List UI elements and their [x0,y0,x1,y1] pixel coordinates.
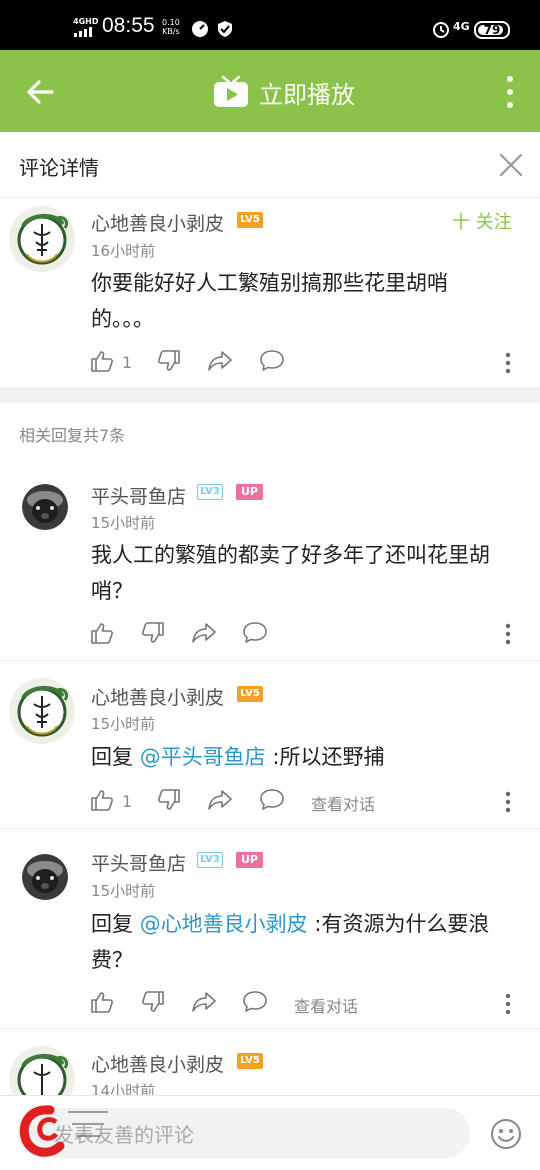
avatar[interactable] [9,206,75,272]
like-count: 1 [122,792,133,811]
comment-more-icon[interactable] [505,993,511,1015]
alarm-icon [433,22,449,38]
comment-text: 你要能好好人工繁殖别搞那些花里胡哨的。。。 [91,271,448,331]
comment-time: 15小时前 [91,882,156,900]
thumbs-up-icon[interactable] [90,788,114,812]
thumbs-up-icon[interactable] [90,990,114,1014]
reply-prefix: 回复 [91,912,140,936]
thumbs-down-icon[interactable] [141,990,165,1014]
replies-count: 相关回复共7条 [19,426,126,445]
follow-button[interactable]: 十 关注 [452,208,512,234]
comment-detail-bar: 评论详情 [0,132,540,198]
avatar[interactable] [9,1046,75,1095]
header-title: 立即播放 [259,80,355,109]
comment-text: 回复 @平头哥鱼店 :所以还野捕 [91,739,521,775]
thumbs-down-icon[interactable] [157,349,181,373]
level-badge: LV3 [197,484,223,500]
signal-type: 4GHD [73,17,99,26]
watermark-logo-icon [19,1105,108,1157]
action-row: 1 查看对话 [90,788,510,816]
network-type: 4G [453,20,470,33]
up-badge: UP [236,852,263,868]
reply-bubble-icon[interactable] [242,990,268,1014]
username[interactable]: 心地善良小剥皮 [91,683,224,710]
thumbs-up-icon[interactable] [90,349,114,373]
username[interactable]: 平头哥鱼店 [91,482,186,509]
up-badge: UP [236,484,263,500]
avatar-snake-emblem-icon [9,1046,75,1095]
reply-item: 平头哥鱼店 LV3 UP 15小时前 回复 @心地善良小剥皮 :有资源为什么要浪… [0,838,540,1028]
clock: 08:55 [102,14,155,37]
net-speed-value: 0.10 [162,18,180,27]
reply-item: 平头哥鱼店 LV3 UP 15小时前 我人工的繁殖的都卖了好多年了还叫花里胡哨？ [0,470,540,660]
mention-link[interactable]: @心地善良小剥皮 [140,912,308,936]
section-divider [0,387,540,403]
username[interactable]: 平头哥鱼店 [91,849,186,876]
comment-text: 我人工的繁殖的都卖了好多年了还叫花里胡哨？ [91,543,490,603]
reply-bubble-icon[interactable] [242,621,268,645]
reply-bubble-icon[interactable] [259,788,285,812]
main-comment: 心地善良小剥皮 LV5 十 关注 16小时前 你要能好好人工繁殖别搞那些花里胡哨… [0,198,540,387]
avatar-snake-emblem-icon [9,678,75,744]
like-count: 1 [122,353,133,372]
reply-body: :所以还野捕 [265,745,385,769]
avatar[interactable] [22,854,68,900]
divider [0,828,540,829]
level-badge: LV5 [237,686,263,702]
comment-time: 16小时前 [91,242,156,260]
shield-icon [218,21,232,37]
thumbs-up-icon[interactable] [90,621,114,645]
view-conversation-link[interactable]: 查看对话 [311,791,375,815]
reply-item: 心地善良小剥皮 LV5 14小时前 [0,1038,540,1095]
detail-title: 评论详情 [19,156,99,180]
level-badge: LV3 [197,852,223,868]
reply-prefix: 回复 [91,745,140,769]
more-options-icon[interactable] [495,72,525,112]
avatar[interactable] [9,678,75,744]
close-icon[interactable] [498,152,524,178]
reply-item: 心地善良小剥皮 LV5 15小时前 回复 @平头哥鱼店 :所以还野捕 1 查看对… [0,670,540,828]
avatar[interactable] [22,484,68,530]
signal-bars-icon [74,27,92,37]
username[interactable]: 心地善良小剥皮 [91,209,224,236]
share-icon[interactable] [207,349,233,373]
net-speed-unit: KB/s [162,27,180,36]
action-row: 查看对话 [90,990,510,1018]
net-speed: 0.10 KB/s [162,18,180,36]
comment-text: 回复 @心地善良小剥皮 :有资源为什么要浪费？ [91,906,521,978]
speedometer-icon [192,21,208,37]
comment-more-icon[interactable] [505,623,511,645]
thumbs-down-icon[interactable] [157,788,181,812]
play-now-button[interactable]: 立即播放 [213,72,355,112]
battery-indicator: 79 [474,21,510,39]
status-bar: 4GHD 08:55 0.10 KB/s 4G 79 [0,0,540,50]
thumbs-down-icon[interactable] [141,621,165,645]
avatar-honey-badger-icon [22,484,68,530]
battery-level: 79 [483,23,501,37]
app-header: 立即播放 [0,50,540,132]
avatar-snake-emblem-icon [9,206,75,272]
tv-play-icon [214,75,248,107]
level-badge: LV5 [237,1053,263,1069]
action-row [90,621,510,649]
share-icon[interactable] [191,990,217,1014]
comment-more-icon[interactable] [505,791,511,813]
emoji-icon[interactable] [490,1118,522,1150]
view-conversation-link[interactable]: 查看对话 [294,993,358,1017]
level-badge: LV5 [237,212,263,228]
username[interactable]: 心地善良小剥皮 [91,1050,224,1077]
comment-more-icon[interactable] [505,352,511,374]
share-icon[interactable] [207,788,233,812]
reply-bubble-icon[interactable] [259,349,285,373]
divider [0,660,540,661]
comment-time: 15小时前 [91,715,156,733]
comment-time: 14小时前 [91,1082,156,1095]
comment-time: 15小时前 [91,514,156,532]
divider [0,1028,540,1029]
action-row: 1 [90,349,510,377]
avatar-honey-badger-icon [22,854,68,900]
share-icon[interactable] [191,621,217,645]
back-arrow-icon[interactable] [22,72,62,112]
mention-link[interactable]: @平头哥鱼店 [140,745,266,769]
